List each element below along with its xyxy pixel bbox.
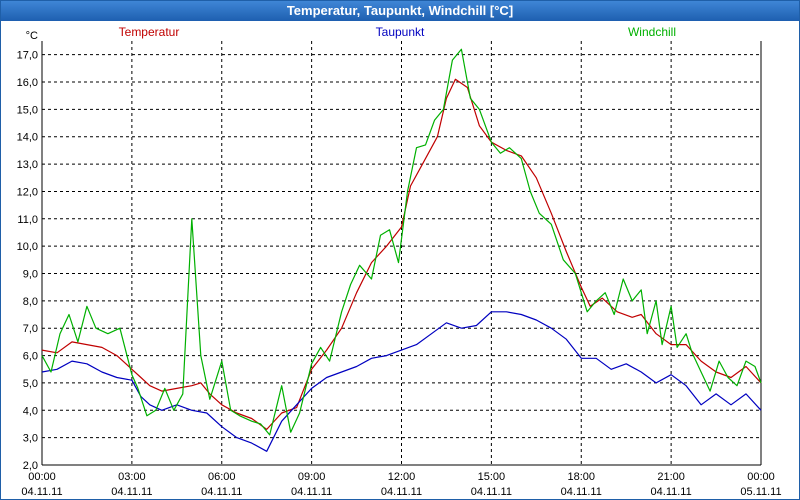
x-tick-date: 04.11.11: [381, 486, 422, 498]
legend-taupunkt: Taupunkt: [376, 25, 425, 39]
x-tick-time: 15:00: [478, 471, 506, 483]
x-tick-time: 21:00: [657, 471, 685, 483]
x-tick-time: 18:00: [567, 471, 595, 483]
x-tick-time: 12:00: [388, 471, 416, 483]
y-tick-label: 11,0: [17, 214, 38, 226]
legend-temperatur: Temperatur: [119, 25, 180, 39]
x-tick-time: 06:00: [208, 471, 236, 483]
x-tick-date: 04.11.11: [111, 486, 152, 498]
x-tick-date: 05.11.11: [740, 486, 781, 498]
x-tick-time: 09:00: [298, 471, 326, 483]
y-tick-label: 14,0: [17, 132, 38, 144]
x-tick-date: 04.11.11: [21, 486, 62, 498]
y-tick-label: 6,0: [23, 351, 38, 363]
x-tick-date: 04.11.11: [651, 486, 692, 498]
y-tick-label: 12,0: [17, 186, 38, 198]
x-tick-date: 04.11.11: [201, 486, 242, 498]
y-tick-label: 17,0: [17, 50, 38, 62]
y-tick-label: 7,0: [23, 323, 38, 335]
y-axis-unit: °C: [26, 30, 38, 42]
y-tick-label: 13,0: [17, 159, 38, 171]
y-tick-label: 16,0: [17, 77, 38, 89]
x-tick-date: 04.11.11: [471, 486, 512, 498]
legend: Temperatur Taupunkt Windchill: [119, 25, 676, 39]
y-tick-label: 4,0: [23, 405, 38, 417]
y-tick-label: 5,0: [23, 378, 38, 390]
y-tick-label: 10,0: [17, 241, 38, 253]
y-tick-label: 3,0: [23, 433, 38, 445]
y-tick-label: 15,0: [17, 104, 38, 116]
grid-lines: [42, 41, 761, 466]
legend-windchill: Windchill: [628, 25, 676, 39]
x-tick-date: 04.11.11: [291, 486, 332, 498]
chart-window: Temperatur, Taupunkt, Windchill [°C] 2,0…: [0, 0, 800, 500]
line-chart: 2,03,04,05,06,07,08,09,010,011,012,013,0…: [17, 25, 782, 498]
x-tick-date: 04.11.11: [561, 486, 602, 498]
x-tick-time: 00:00: [747, 471, 775, 483]
y-tick-label: 9,0: [23, 269, 38, 281]
x-tick-time: 03:00: [118, 471, 146, 483]
x-tick-time: 00:00: [28, 471, 56, 483]
y-tick-label: 8,0: [23, 296, 38, 308]
